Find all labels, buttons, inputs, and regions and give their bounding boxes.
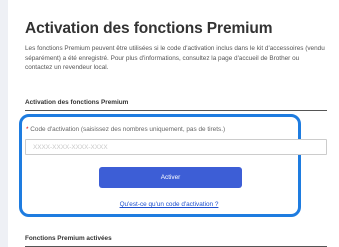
activation-code-label: * Code d'activation (saisissez des nombr… [26, 126, 225, 133]
activation-section-heading: Activation des fonctions Premium [25, 99, 327, 111]
premium-activation-page: Activation des fonctions Premium Les fon… [8, 0, 339, 247]
required-marker: * [26, 126, 29, 133]
what-is-activation-code-link[interactable]: Qu'est-ce qu'un code d'activation ? [8, 201, 330, 208]
activated-features-heading: Fonctions Premium activées [25, 235, 327, 247]
activation-code-input[interactable] [25, 139, 327, 155]
activate-button[interactable]: Activer [99, 167, 242, 188]
activation-code-label-text: Code d'activation (saisissez des nombres… [30, 126, 226, 133]
page-title: Activation des fonctions Premium [25, 20, 273, 37]
intro-text: Les fonctions Premium peuvent être utili… [25, 45, 325, 72]
